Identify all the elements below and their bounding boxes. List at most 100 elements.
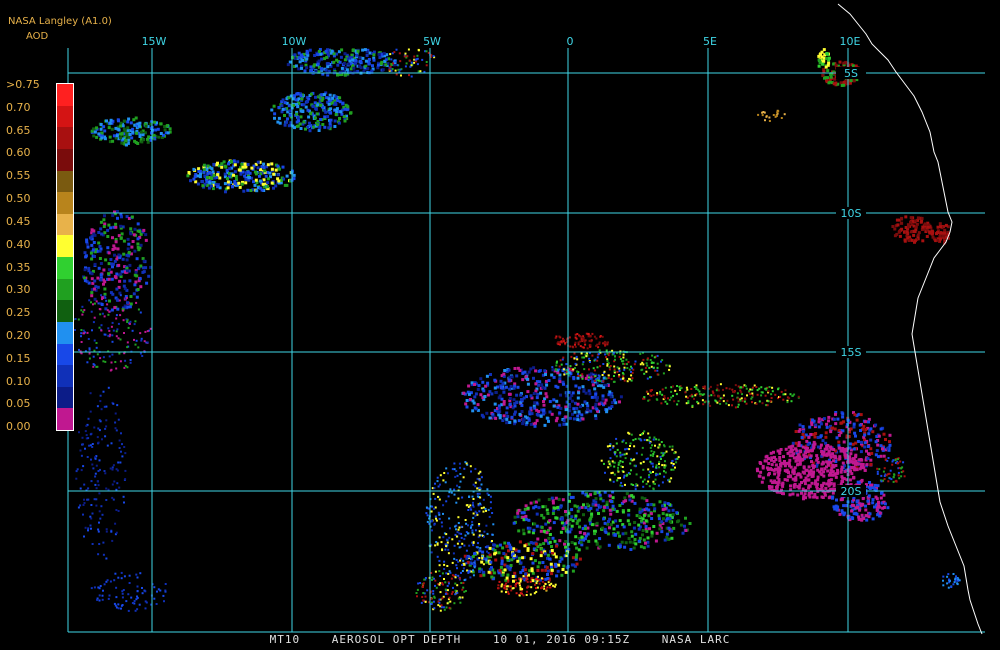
aod-pixel bbox=[876, 443, 880, 447]
aod-pixel bbox=[639, 545, 643, 549]
aod-pixel bbox=[488, 515, 491, 518]
aod-pixel bbox=[93, 297, 97, 301]
aod-pixel bbox=[109, 467, 112, 470]
aod-pixel bbox=[725, 402, 728, 405]
aod-pixel bbox=[128, 279, 132, 283]
aod-pixel bbox=[451, 468, 454, 471]
aod-pixel bbox=[630, 365, 632, 368]
aod-pixel bbox=[478, 534, 481, 537]
aod-pixel bbox=[646, 536, 650, 540]
aod-pixel bbox=[547, 419, 550, 423]
aod-pixel bbox=[602, 376, 606, 380]
aod-pixel bbox=[450, 592, 453, 595]
aod-pixel bbox=[561, 527, 565, 530]
aod-pixel bbox=[346, 105, 350, 109]
aod-pixel bbox=[834, 456, 838, 460]
aod-pixel bbox=[516, 511, 520, 515]
aod-pixel bbox=[807, 470, 811, 474]
aod-pixel bbox=[96, 480, 99, 483]
aod-pixel bbox=[645, 370, 648, 373]
aerosol-field bbox=[71, 48, 961, 612]
aod-pixel bbox=[440, 541, 443, 544]
aod-pixel bbox=[107, 268, 111, 272]
aod-pixel bbox=[535, 396, 539, 400]
aod-pixel bbox=[93, 302, 96, 305]
aod-pixel bbox=[675, 393, 678, 396]
aod-pixel bbox=[83, 498, 85, 501]
aod-pixel bbox=[568, 409, 572, 413]
aod-pixel bbox=[458, 546, 461, 549]
aod-pixel bbox=[268, 171, 272, 175]
aod-pixel bbox=[512, 579, 515, 583]
aod-pixel bbox=[86, 361, 89, 364]
aod-pixel bbox=[641, 517, 645, 521]
aod-pixel bbox=[444, 588, 447, 591]
aod-pixel bbox=[839, 421, 843, 425]
aod-pixel bbox=[461, 564, 464, 566]
aod-pixel bbox=[886, 506, 890, 510]
aod-pixel bbox=[79, 449, 82, 452]
aod-pixel bbox=[253, 183, 257, 187]
aod-pixel bbox=[771, 481, 775, 484]
aod-pixel bbox=[791, 441, 795, 445]
aod-pixel bbox=[126, 319, 129, 322]
aod-pixel bbox=[660, 458, 662, 460]
aod-pixel bbox=[273, 116, 276, 120]
aod-pixel bbox=[624, 448, 627, 451]
aod-pixel bbox=[485, 411, 489, 415]
aod-pixel bbox=[563, 373, 566, 376]
aod-pixel bbox=[608, 508, 612, 512]
aod-pixel bbox=[618, 534, 621, 538]
aod-pixel bbox=[480, 507, 483, 510]
aod-pixel bbox=[303, 69, 307, 73]
aod-pixel bbox=[811, 464, 815, 467]
aod-pixel bbox=[810, 481, 814, 485]
aod-pixel bbox=[111, 468, 114, 471]
aod-pixel bbox=[272, 172, 276, 176]
aod-pixel bbox=[83, 279, 87, 283]
aod-pixel bbox=[96, 436, 99, 439]
aod-pixel bbox=[825, 447, 829, 451]
aod-pixel bbox=[134, 280, 138, 284]
aod-pixel bbox=[404, 52, 407, 55]
aod-pixel bbox=[133, 283, 137, 287]
aod-pixel bbox=[560, 340, 563, 343]
aod-pixel bbox=[351, 58, 355, 62]
aod-pixel bbox=[438, 583, 441, 586]
aod-pixel bbox=[448, 536, 451, 539]
aod-pixel bbox=[660, 441, 663, 443]
aod-pixel bbox=[549, 562, 553, 566]
aod-pixel bbox=[843, 447, 846, 451]
aod-pixel bbox=[105, 499, 108, 501]
aod-pixel bbox=[433, 595, 436, 598]
aod-pixel bbox=[370, 69, 374, 73]
aod-pixel bbox=[317, 129, 321, 132]
aod-pixel bbox=[589, 377, 592, 380]
aod-pixel bbox=[434, 579, 437, 582]
aod-pixel bbox=[851, 442, 855, 446]
aod-pixel bbox=[298, 122, 302, 126]
aod-pixel bbox=[432, 592, 435, 595]
aod-pixel bbox=[667, 526, 671, 530]
aod-pixel bbox=[590, 512, 594, 516]
aod-pixel bbox=[361, 56, 365, 60]
aod-pixel bbox=[625, 492, 629, 496]
aod-pixel bbox=[444, 481, 447, 484]
aod-pixel bbox=[89, 433, 92, 436]
aod-pixel bbox=[914, 219, 918, 223]
aod-pixel bbox=[136, 142, 140, 145]
aod-pixel bbox=[438, 598, 441, 601]
aod-pixel bbox=[615, 509, 619, 513]
aod-pixel bbox=[96, 285, 100, 289]
aod-pixel bbox=[557, 343, 560, 346]
aod-pixel bbox=[574, 336, 577, 339]
aod-pixel bbox=[577, 391, 581, 395]
aod-pixel bbox=[797, 443, 801, 447]
aod-pixel bbox=[306, 51, 310, 55]
aod-pixel bbox=[115, 272, 119, 276]
aod-pixel bbox=[590, 523, 594, 527]
aod-pixel bbox=[709, 385, 712, 388]
aod-pixel bbox=[438, 498, 441, 501]
aod-pixel bbox=[869, 427, 873, 431]
aod-pixel bbox=[159, 589, 162, 592]
